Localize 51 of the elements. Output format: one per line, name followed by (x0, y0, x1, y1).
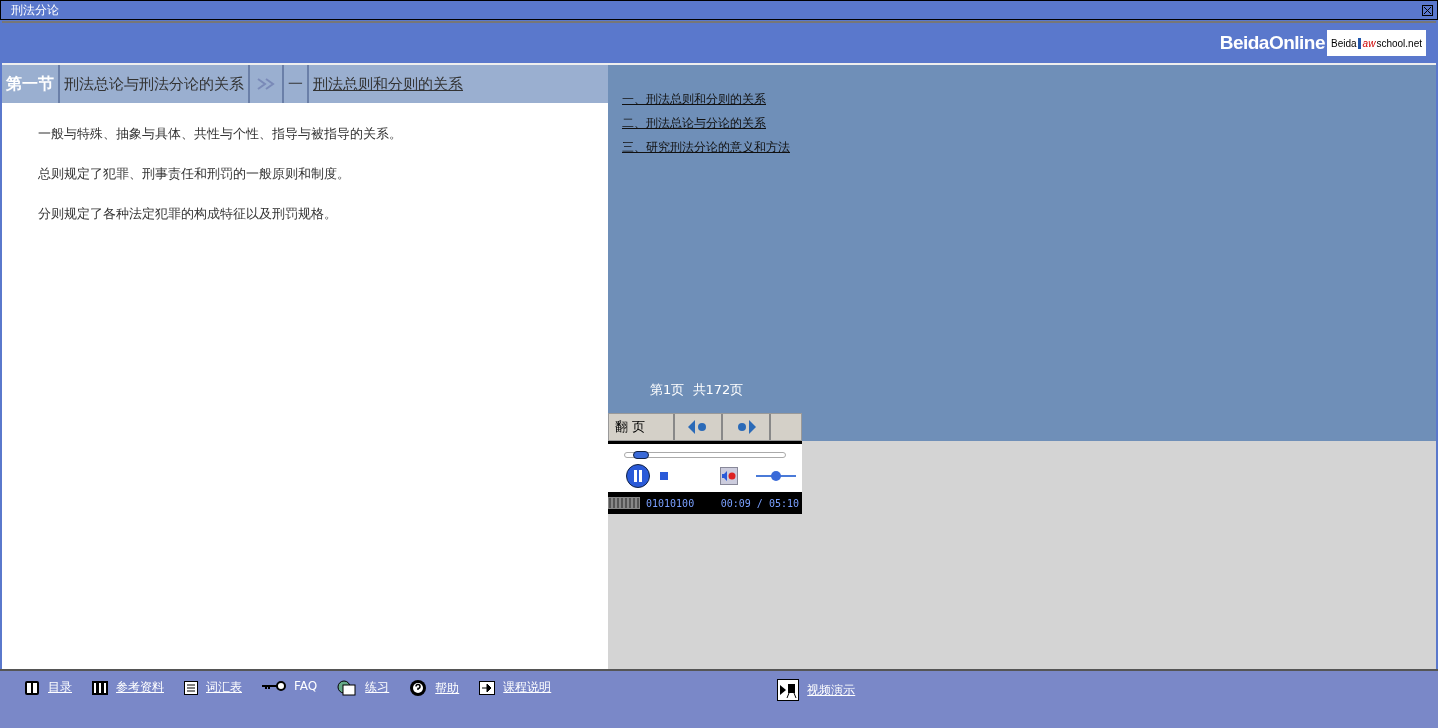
progress-track[interactable] (624, 452, 786, 458)
pause-icon (633, 470, 643, 482)
outline-link[interactable]: 二、刑法总论与分论的关系 (622, 115, 1436, 132)
footer-link[interactable]: FAQ (262, 679, 318, 693)
breadcrumb-link[interactable]: 刑法总则和分则的关系 (309, 65, 467, 103)
help-icon (409, 679, 428, 697)
right-arrow-icon (736, 420, 756, 434)
list-icon (184, 680, 198, 695)
time-display: 00:09 / 05:10 (720, 497, 799, 509)
footer-link-label: 视频演示 (807, 681, 856, 699)
volume-thumb[interactable] (771, 471, 781, 481)
key-icon (262, 681, 286, 691)
book-icon (24, 679, 40, 696)
piano-icon (92, 680, 108, 695)
footer-link[interactable]: 练习 (337, 679, 390, 696)
breadcrumb-item: 刑法总论与刑法分论的关系 (60, 65, 250, 103)
footer-link-label: 课程说明 (503, 679, 552, 696)
breadcrumb-item: 第一节 (2, 65, 60, 103)
footer-link-label: 练习 (365, 679, 390, 696)
buffer-meter-icon (608, 497, 640, 509)
double-arrow-icon (256, 77, 276, 91)
footer-link-label: 目录 (48, 679, 72, 696)
outline-link[interactable]: 三、研究刑法分论的意义和方法 (622, 139, 1436, 156)
progress-thumb[interactable] (633, 451, 649, 459)
page-info: 第1页 共172页 (650, 381, 745, 399)
footer-link-label: FAQ (294, 679, 318, 693)
status-code: 01010100 (646, 497, 695, 509)
footer-link[interactable]: 词汇表 (184, 679, 242, 696)
outline-link[interactable]: 一、刑法总则和分则的关系 (622, 91, 1436, 108)
footer-link[interactable]: 目录 (24, 679, 72, 696)
video-camera-icon (777, 679, 800, 701)
footer-link[interactable]: 视频演示 (777, 679, 856, 701)
paragraph: 分则规定了各种法定犯罪的构成特征以及刑罚规格。 (38, 205, 338, 223)
paragraph: 一般与特殊、抽象与具体、共性与个性、指导与被指导的关系。 (38, 125, 403, 143)
paragraph: 总则规定了犯罪、刑事责任和刑罚的一般原则和制度。 (38, 165, 351, 183)
window-title: 刑法分论 (11, 1, 59, 19)
muted-speaker-button[interactable] (720, 467, 738, 485)
logo-text: school.net (1376, 37, 1422, 49)
footer-link[interactable]: 课程说明 (479, 679, 552, 696)
footer-link[interactable]: 帮助 (409, 679, 460, 697)
speaker-icon (722, 471, 736, 481)
cards-icon (337, 679, 358, 696)
footer-link-label: 词汇表 (206, 679, 242, 696)
logo: BeidaOnline (1219, 32, 1326, 54)
left-arrow-icon (688, 420, 708, 434)
logo-text: Beida (1331, 37, 1357, 49)
close-button[interactable] (1422, 4, 1433, 16)
logo-text: aw (1357, 37, 1376, 49)
footer-link-label: 帮助 (435, 679, 460, 697)
pause-button[interactable] (626, 464, 650, 488)
breadcrumb-item: 一 (284, 65, 309, 103)
